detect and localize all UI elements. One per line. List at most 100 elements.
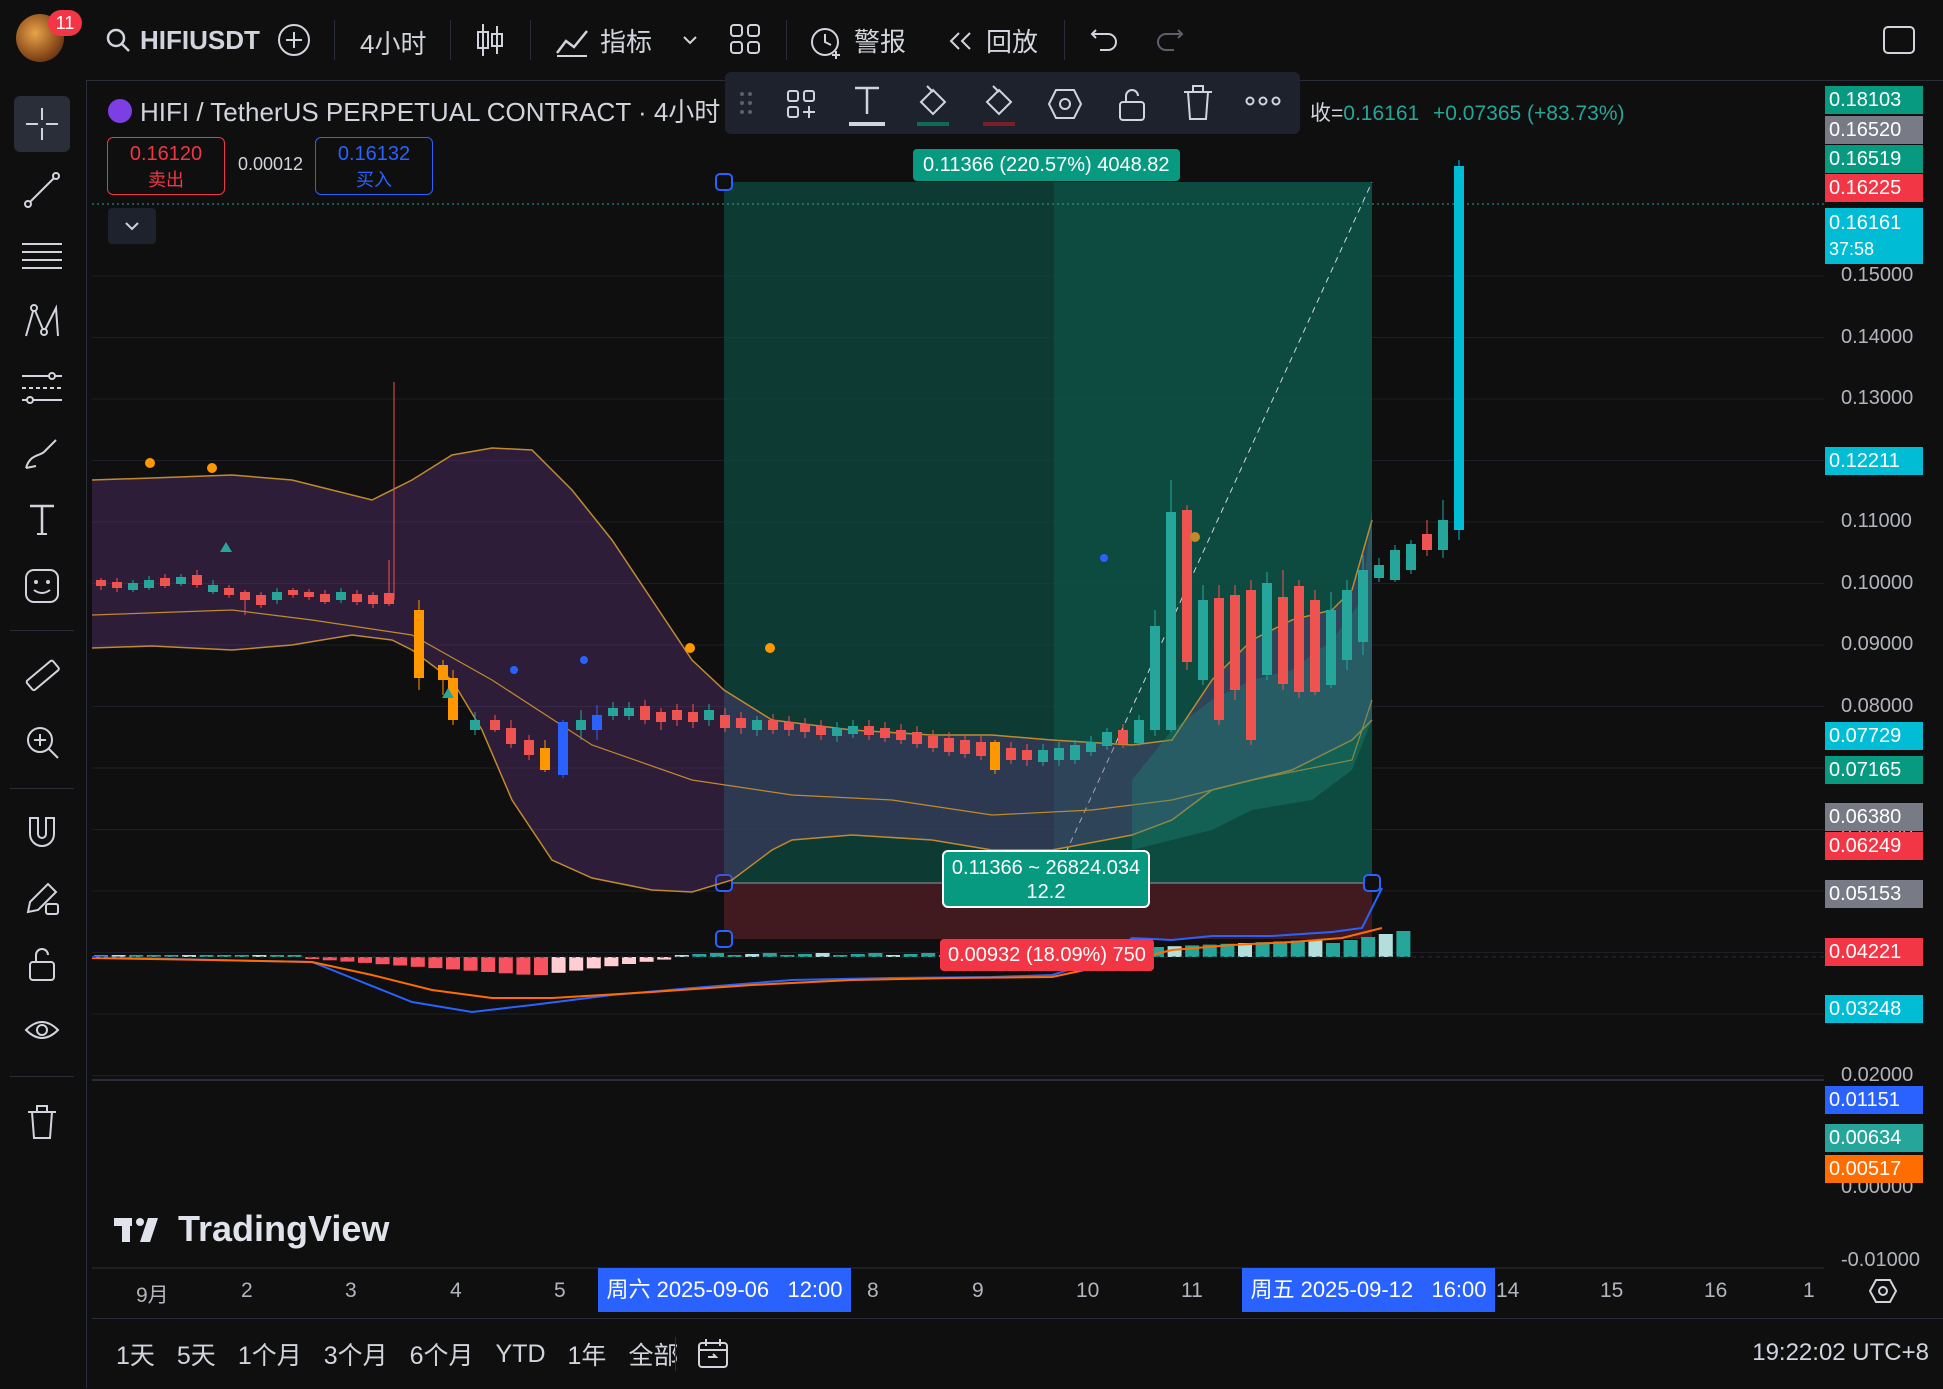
crosshair-tool[interactable] xyxy=(14,96,70,152)
trendline-tool[interactable] xyxy=(14,162,70,218)
candle-body xyxy=(1006,748,1016,760)
indicators-button[interactable]: 指标 xyxy=(554,22,652,59)
range-button[interactable]: 1年 xyxy=(568,1336,607,1372)
macd-tick: -0.01000 xyxy=(1841,1249,1920,1271)
drag-handle[interactable] xyxy=(715,173,733,191)
time-tick: 5 xyxy=(554,1279,566,1302)
range-button[interactable]: 1天 xyxy=(116,1336,155,1372)
range-button[interactable]: 全部 xyxy=(628,1336,678,1372)
price-tick: 0.10000 xyxy=(1841,571,1914,594)
macd-histogram-bar xyxy=(463,957,478,971)
fill-color-icon[interactable] xyxy=(913,82,953,128)
macd-histogram-bar xyxy=(1290,940,1305,957)
clock[interactable]: 19:22:02 UTC+8 xyxy=(1752,1339,1929,1367)
drag-handle[interactable] xyxy=(1363,874,1381,892)
pattern-tool[interactable] xyxy=(14,294,70,350)
notification-badge: 11 xyxy=(48,10,82,36)
range-button[interactable]: 1个月 xyxy=(238,1336,302,1372)
price-axis[interactable]: 0.150000.140000.130000.120000.110000.100… xyxy=(1823,80,1943,1271)
interval-button[interactable]: 4小时 xyxy=(360,24,426,61)
text-color-icon[interactable] xyxy=(847,82,887,128)
price-label: 0.03248 xyxy=(1825,995,1923,1023)
candle-body xyxy=(896,730,906,740)
price-label: 0.16161 37:58 xyxy=(1825,208,1923,264)
close-prefix: 收= xyxy=(1310,102,1344,125)
price-chart[interactable] xyxy=(92,80,1824,1270)
buy-price: 0.16132 xyxy=(337,143,411,165)
legend-collapse-button[interactable] xyxy=(108,208,156,244)
remove-drawings-tool[interactable] xyxy=(14,1094,70,1150)
visibility-tool[interactable] xyxy=(14,1002,70,1058)
candle-body xyxy=(880,728,890,738)
range-button[interactable]: 6个月 xyxy=(410,1336,474,1372)
range-button[interactable]: 5天 xyxy=(177,1336,216,1372)
time-tick: 8 xyxy=(867,1279,879,1302)
candle-body xyxy=(1422,534,1432,550)
range-button[interactable]: YTD xyxy=(496,1340,546,1369)
search-icon xyxy=(106,28,130,52)
projection-tool[interactable] xyxy=(14,360,70,416)
signal-dot xyxy=(580,656,588,664)
alert-button[interactable]: 警报 xyxy=(808,22,906,59)
candle-body xyxy=(160,578,170,586)
symbol-search[interactable]: HIFIUSDT xyxy=(104,22,260,58)
macd-histogram-bar xyxy=(639,957,654,962)
buy-label: 买入 xyxy=(356,170,392,190)
measure-tool[interactable] xyxy=(14,648,70,704)
magnet-tool[interactable] xyxy=(14,804,70,860)
macd-histogram-bar xyxy=(428,957,443,969)
fullscreen-icon[interactable] xyxy=(1882,24,1916,56)
candle-body xyxy=(288,590,298,595)
candle-body xyxy=(1214,598,1224,720)
top-toolbar: 11 HIFIUSDT 4小时 指标 警报 回放 xyxy=(0,0,1943,81)
redo-icon[interactable] xyxy=(1154,24,1186,56)
crosshair-icon xyxy=(26,108,58,140)
buy-button[interactable]: 0.16132 买入 xyxy=(315,137,433,195)
macd-histogram-bar xyxy=(358,957,372,963)
candle-body xyxy=(256,595,266,605)
candle-body xyxy=(192,575,202,585)
sticker-tool[interactable] xyxy=(14,558,70,614)
template-icon[interactable] xyxy=(785,88,817,120)
price-tick: 0.11000 xyxy=(1841,510,1912,532)
replay-button[interactable]: 回放 xyxy=(944,22,1038,59)
range-button[interactable]: 3个月 xyxy=(324,1336,388,1372)
drag-handle[interactable] xyxy=(715,930,733,948)
candle-body xyxy=(1198,600,1208,680)
alarm-clock-icon xyxy=(811,27,840,59)
sell-button[interactable]: 0.16120 卖出 xyxy=(107,137,225,195)
macd-histogram-bar xyxy=(516,957,531,975)
layout-grid-icon[interactable] xyxy=(728,22,762,56)
settings-hexagon-icon[interactable] xyxy=(1047,86,1083,122)
time-axis-settings-icon[interactable] xyxy=(1868,1276,1898,1306)
candle-body xyxy=(816,726,826,735)
drag-handle-icon[interactable] xyxy=(739,90,753,116)
more-icon[interactable] xyxy=(1245,94,1281,108)
time-tick: 16 xyxy=(1704,1279,1728,1302)
candle-type-icon[interactable] xyxy=(474,20,506,60)
candle-body xyxy=(336,592,346,600)
candle-body xyxy=(576,720,586,730)
chevron-down-icon[interactable] xyxy=(680,30,700,50)
indicators-icon xyxy=(556,29,588,57)
brush-tool[interactable] xyxy=(14,426,70,482)
fill-color-2-icon[interactable] xyxy=(979,82,1019,128)
candle-body xyxy=(1134,720,1144,743)
zoom-tool[interactable] xyxy=(14,714,70,770)
fib-tool[interactable] xyxy=(14,228,70,284)
candle-body xyxy=(1342,590,1352,660)
lock-icon[interactable] xyxy=(1115,86,1149,122)
macd-histogram-bar xyxy=(1308,939,1323,957)
legend-title[interactable]: HIFI / TetherUS PERPETUAL CONTRACT · 4小时 xyxy=(140,92,720,129)
goto-date-icon[interactable] xyxy=(696,1337,732,1371)
undo-icon[interactable] xyxy=(1088,24,1120,56)
lock-draw-tool[interactable] xyxy=(14,870,70,926)
add-symbol-icon[interactable] xyxy=(276,22,312,58)
signal-dot xyxy=(685,643,695,653)
lock-all-tool[interactable] xyxy=(14,936,70,992)
trash-icon[interactable] xyxy=(1181,84,1215,122)
text-tool[interactable] xyxy=(14,492,70,548)
candle-body xyxy=(1454,166,1464,530)
candle-body xyxy=(944,738,954,752)
candle-body xyxy=(128,583,138,590)
